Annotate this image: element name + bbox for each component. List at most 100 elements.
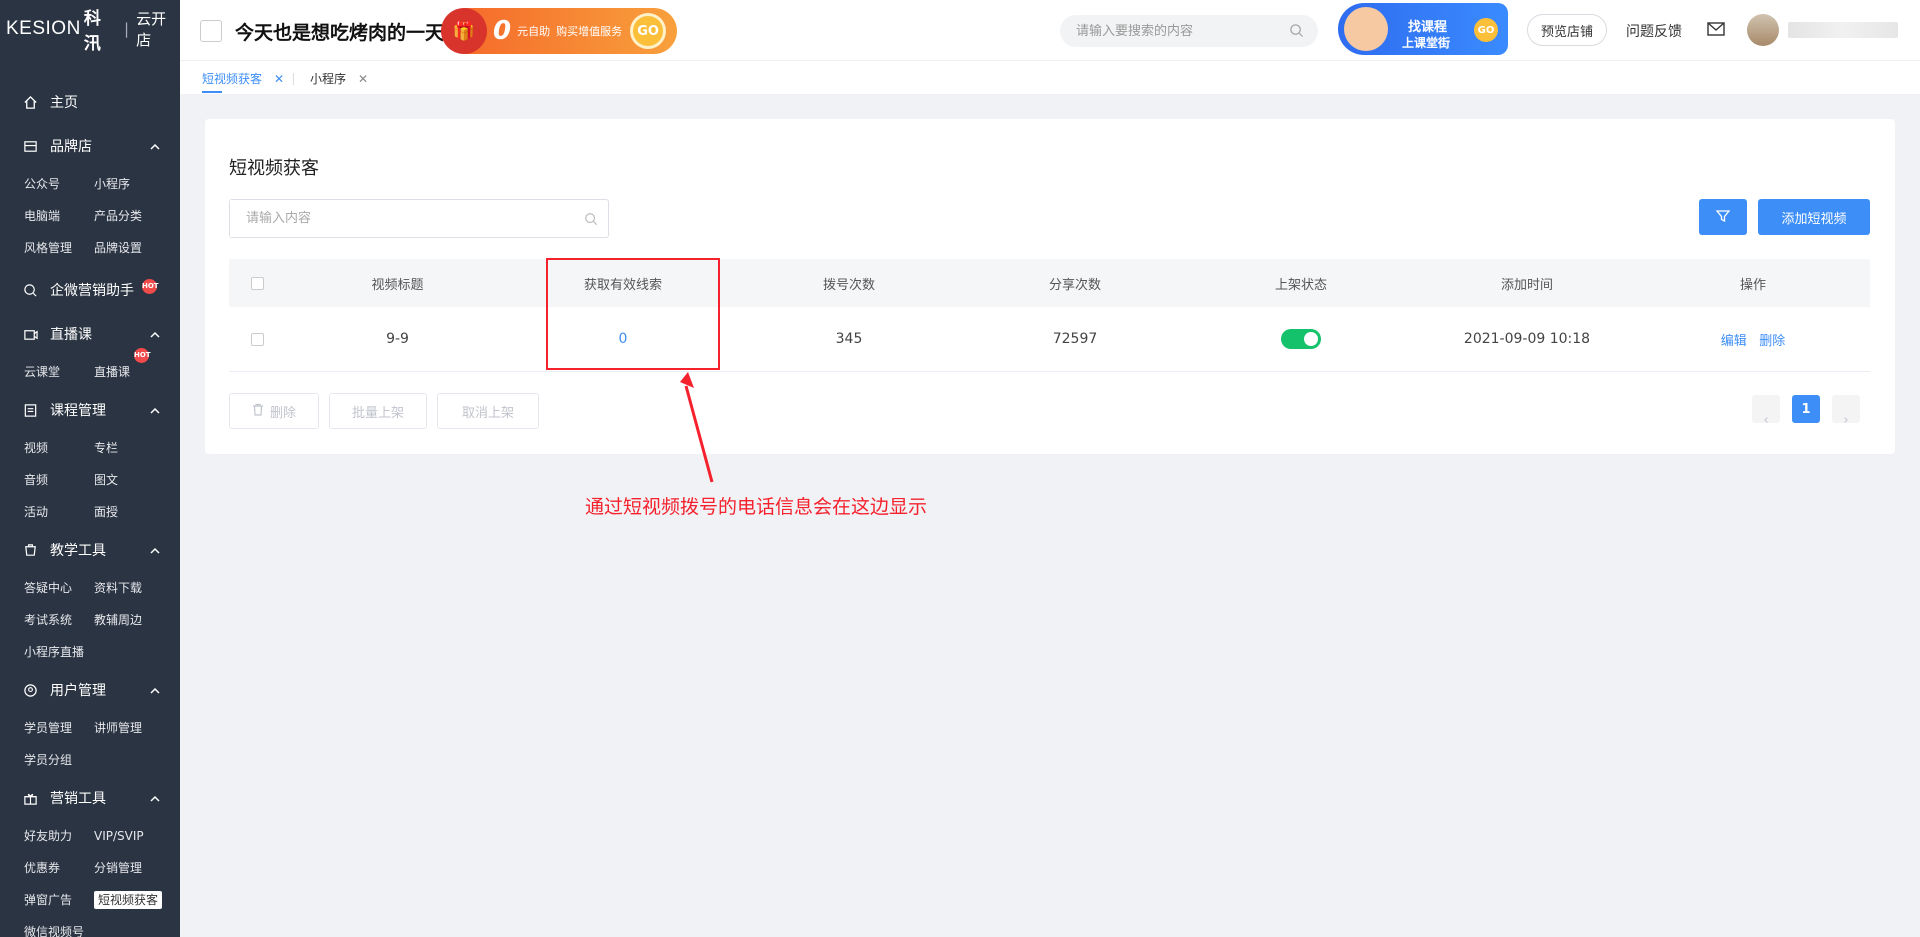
sidebar-item-activity[interactable]: 活动	[24, 496, 94, 528]
sidebar-item-article[interactable]: 图文	[94, 464, 180, 496]
sidebar-item-exam[interactable]: 考试系统	[24, 604, 94, 636]
delete-link[interactable]: 删除	[1759, 334, 1785, 349]
sidebar-item-official-account[interactable]: 公众号	[24, 168, 94, 200]
promo-go-button[interactable]: GO	[630, 13, 667, 49]
chevron-up-icon	[150, 139, 160, 155]
search-icon[interactable]	[584, 212, 598, 230]
select-all-checkbox[interactable]	[250, 276, 264, 290]
promo-zero: 0	[493, 16, 512, 46]
banner-go-button[interactable]: GO	[1474, 18, 1498, 42]
sidebar-item-student-groups[interactable]: 学员分组	[24, 744, 94, 776]
global-search-input[interactable]	[1060, 15, 1270, 47]
row-checkbox[interactable]	[250, 332, 264, 346]
slogan: 今天也是想吃烤肉的一天	[235, 22, 445, 44]
content-search	[229, 199, 609, 238]
sidebar-item-brand-settings[interactable]: 品牌设置	[94, 232, 180, 264]
sidebar-item-short-video[interactable]: 短视频获客	[94, 884, 180, 916]
status-cell	[1188, 329, 1414, 349]
sidebar-group-teaching[interactable]: 教学工具	[0, 528, 180, 572]
nav-group-teaching: 教学工具 答疑中心 资料下载 考试系统 教辅周边 小程序直播	[0, 528, 180, 668]
page-tabs: 短视频获客 ✕ 小程序 ✕	[180, 60, 1920, 94]
filter-button[interactable]	[1699, 199, 1747, 235]
sidebar-item-offline[interactable]: 面授	[94, 496, 180, 528]
home-icon	[22, 94, 38, 110]
tab-mini-program[interactable]: 小程序 ✕	[310, 70, 368, 87]
annotation-text: 通过短视频拨号的电话信息会在这边显示	[585, 496, 928, 518]
brand-name-cn: 科汛	[83, 9, 101, 54]
page-number-current[interactable]: 1	[1792, 395, 1820, 423]
listed-toggle[interactable]	[1281, 329, 1321, 349]
column-header-added: 添加时间	[1500, 277, 1553, 293]
video-table: 视频标题 获取有效线索 拨号次数 分享次数 上架状态 添加时间 操作 9-9 0…	[229, 259, 1870, 372]
sidebar-item-live-course[interactable]: 直播课 HOT	[94, 348, 180, 388]
sidebar-group-brand-store[interactable]: 品牌店	[0, 124, 180, 168]
close-icon[interactable]: ✕	[274, 72, 284, 86]
feedback-link[interactable]: 问题反馈	[1626, 21, 1682, 41]
prev-page-button[interactable]: ‹	[1752, 395, 1780, 428]
sidebar-item-downloads[interactable]: 资料下载	[94, 572, 180, 604]
sidebar-item-qa[interactable]: 答疑中心	[24, 572, 94, 604]
side-nav: 主页 品牌店 公众号 小程序 电脑端 产品分类 风格管理 品牌设置 企微营销助手…	[0, 58, 180, 937]
nav-group-marketing: 营销工具 好友助力 VIP/SVIP 优惠券 分销管理 弹窗广告 短视频获客 微…	[0, 776, 180, 937]
sidebar-item-cloud-class[interactable]: 云课堂	[24, 356, 94, 388]
sidebar-item-video[interactable]: 视频	[24, 432, 94, 464]
chat-icon	[22, 282, 38, 298]
sidebar-item-coupons[interactable]: 优惠券	[24, 852, 94, 884]
chevron-left-icon: ‹	[1763, 412, 1769, 428]
close-icon[interactable]: ✕	[358, 72, 368, 86]
sidebar-item-vip[interactable]: VIP/SVIP	[94, 820, 180, 852]
added-time: 2021-09-09 10:18	[1463, 331, 1591, 347]
sidebar-item-teachers[interactable]: 讲师管理	[94, 712, 180, 744]
sidebar-item-home[interactable]: 主页	[0, 80, 180, 124]
next-page-button[interactable]: ›	[1832, 395, 1860, 428]
sidebar-item-wecom-assistant[interactable]: 企微营销助手 HOT	[0, 268, 180, 312]
sidebar-item-pc[interactable]: 电脑端	[24, 200, 94, 232]
sidebar-item-students[interactable]: 学员管理	[24, 712, 94, 744]
nav-group-users: 用户管理 学员管理 讲师管理 学员分组	[0, 668, 180, 776]
bulk-unlist-button[interactable]: 取消上架	[437, 393, 539, 429]
edit-link[interactable]: 编辑	[1721, 334, 1747, 349]
course-street-banner[interactable]: 找课程 上课堂街 GO	[1338, 3, 1508, 55]
sidebar-item-mini-program[interactable]: 小程序	[94, 168, 180, 200]
bulk-delete-button[interactable]: 删除	[229, 393, 319, 429]
preview-store-button[interactable]: 预览店铺	[1527, 14, 1607, 46]
brand-logo[interactable]: KESION 科汛 | 云开店	[0, 0, 180, 58]
brand-name-en: KESION	[6, 18, 81, 39]
content-search-input[interactable]	[230, 200, 560, 237]
promo-text: 购买增值服务	[556, 25, 623, 38]
hot-badge: HOT	[134, 348, 151, 363]
sidebar-group-users[interactable]: 用户管理	[0, 668, 180, 712]
avatar[interactable]	[1747, 14, 1779, 46]
column-header-dials: 拨号次数	[822, 277, 875, 293]
sidebar-group-live[interactable]: 直播课	[0, 312, 180, 356]
tab-short-video[interactable]: 短视频获客 ✕	[202, 70, 284, 87]
content-card: 短视频获客 添加短视频 视频标题 获取有效线索 拨号次数 分享次数 上架状态 添…	[205, 119, 1895, 454]
sidebar-item-friend-help[interactable]: 好友助力	[24, 820, 94, 852]
search-icon[interactable]	[1289, 23, 1304, 42]
sidebar-item-mp-live[interactable]: 小程序直播	[24, 636, 94, 668]
sidebar-item-materials[interactable]: 教辅周边	[94, 604, 180, 636]
promo-banner[interactable]: 🎁 0 元自助 购买增值服务 GO	[441, 8, 677, 54]
table-header: 视频标题 获取有效线索 拨号次数 分享次数 上架状态 添加时间 操作	[229, 259, 1870, 307]
sidebar-item-popup-ads[interactable]: 弹窗广告	[24, 884, 94, 916]
sidebar-item-product-category[interactable]: 产品分类	[94, 200, 180, 232]
course-icon	[22, 402, 38, 418]
banner-line1: 找课程	[1408, 20, 1448, 35]
mail-icon[interactable]	[1707, 22, 1725, 40]
sidebar-group-marketing[interactable]: 营销工具	[0, 776, 180, 820]
collapse-menu-icon[interactable]	[200, 20, 222, 42]
sidebar-item-wechat-channels[interactable]: 微信视频号	[24, 916, 94, 937]
bulk-list-button[interactable]: 批量上架	[329, 393, 427, 429]
sidebar-item-style[interactable]: 风格管理	[24, 232, 94, 264]
global-search	[1060, 15, 1318, 47]
add-short-video-button[interactable]: 添加短视频	[1758, 199, 1870, 235]
sidebar-item-audio[interactable]: 音频	[24, 464, 94, 496]
row-select-cell	[229, 332, 285, 346]
sidebar-group-course[interactable]: 课程管理	[0, 388, 180, 432]
video-title: 9-9	[386, 331, 409, 347]
promo-unit: 元自助	[517, 25, 551, 38]
sidebar-item-column[interactable]: 专栏	[94, 432, 180, 464]
banner-line2: 上课堂街	[1402, 36, 1451, 50]
sidebar-item-distribution[interactable]: 分销管理	[94, 852, 180, 884]
username-blurred[interactable]	[1788, 22, 1898, 38]
